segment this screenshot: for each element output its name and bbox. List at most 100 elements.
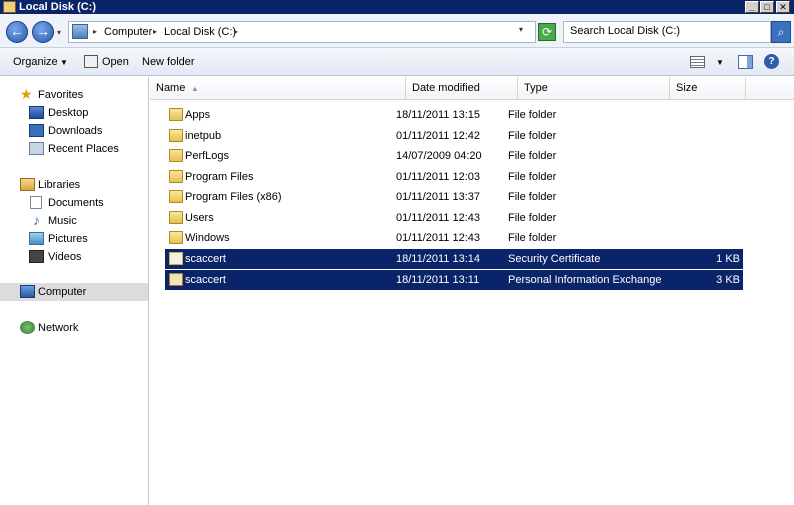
file-type: Security Certificate <box>508 253 601 265</box>
breadcrumb-local-disk[interactable]: Local Disk (C:) <box>164 25 236 39</box>
libraries-icon <box>20 178 35 191</box>
close-button[interactable]: ✕ <box>776 1 790 13</box>
file-type: File folder <box>508 109 557 121</box>
star-icon: ★ <box>20 86 33 102</box>
nav-item-documents[interactable]: Documents <box>0 194 148 212</box>
file-type: File folder <box>508 129 557 142</box>
file-name: PerfLogs <box>185 150 230 162</box>
nav-item-desktop[interactable]: Desktop <box>0 104 148 122</box>
computer-icon <box>72 24 88 39</box>
folder-icon <box>3 1 16 13</box>
nav-item-videos[interactable]: Videos <box>0 248 148 266</box>
file-row[interactable]: Users 01/11/2011 12:43 File folder <box>165 208 743 228</box>
nav-label: Music <box>48 215 77 227</box>
nav-item-computer[interactable]: Computer <box>0 283 148 301</box>
maximize-button[interactable]: □ <box>760 1 774 13</box>
column-type[interactable]: Type <box>518 77 670 100</box>
file-name: inetpub <box>185 129 222 142</box>
file-date: 01/11/2011 13:37 <box>396 191 481 203</box>
file-name: scaccert <box>185 253 226 265</box>
file-date: 01/11/2011 12:43 <box>396 211 481 224</box>
file-type: File folder <box>508 150 557 162</box>
nav-item-downloads[interactable]: Downloads <box>0 122 148 140</box>
help-icon[interactable]: ? <box>764 54 779 69</box>
minimize-button[interactable]: _ <box>745 1 759 13</box>
folder-icon <box>169 190 183 203</box>
file-name: Program Files (x86) <box>185 191 282 203</box>
folder-icon <box>169 128 183 142</box>
chevron-right-icon[interactable]: ▸ <box>153 25 157 39</box>
file-row[interactable]: scaccert 18/11/2011 13:11 Personal Infor… <box>165 269 743 290</box>
column-date-modified[interactable]: Date modified <box>406 77 518 100</box>
column-name-label: Name <box>156 82 186 94</box>
nav-item-favorites[interactable]: ★ Favorites <box>0 86 148 104</box>
search-icon[interactable]: ⌕ <box>771 21 791 43</box>
file-type: Personal Information Exchange <box>508 273 662 286</box>
chevron-down-icon[interactable]: ▼ <box>60 58 68 67</box>
file-type: File folder <box>508 232 557 244</box>
nav-label: Videos <box>48 251 82 263</box>
breadcrumb-computer[interactable]: Computer <box>104 25 152 39</box>
chevron-down-icon[interactable]: ▼ <box>716 58 724 67</box>
views-icon[interactable] <box>690 56 705 68</box>
desktop-icon <box>29 106 44 119</box>
file-list-pane: Name ▲ Date modified Type Size Apps 18/11… <box>150 77 794 505</box>
folder-icon <box>169 108 183 121</box>
file-date: 01/11/2011 12:43 <box>396 232 481 244</box>
nav-label: Pictures <box>48 233 88 245</box>
nav-item-recent-places[interactable]: Recent Places <box>0 140 148 158</box>
nav-label: Computer <box>38 286 87 298</box>
file-row[interactable]: Program Files 01/11/2011 12:03 File fold… <box>165 167 743 187</box>
chevron-right-icon[interactable]: ▸ <box>234 25 238 39</box>
folder-icon <box>169 149 183 162</box>
file-row[interactable]: Program Files (x86) 01/11/2011 13:37 Fil… <box>165 187 743 207</box>
computer-icon <box>20 285 35 298</box>
nav-label: Recent Places <box>48 143 119 155</box>
forward-button[interactable]: → <box>32 21 54 43</box>
file-date: 18/11/2011 13:14 <box>396 253 481 265</box>
file-row[interactable]: inetpub 01/11/2011 12:42 File folder <box>165 126 743 146</box>
navigation-pane: ★ Favorites Desktop Downloads Recent Pla… <box>0 77 149 505</box>
nav-item-libraries[interactable]: Libraries <box>0 176 148 194</box>
folder-icon <box>169 169 183 183</box>
downloads-icon <box>29 124 44 137</box>
network-icon <box>20 321 35 334</box>
nav-label: Favorites <box>38 89 84 101</box>
back-button[interactable]: ← <box>6 21 28 43</box>
preview-pane-icon[interactable] <box>738 55 753 69</box>
recent-places-icon <box>29 142 44 155</box>
file-size: 3 KB <box>716 273 740 286</box>
file-date: 18/11/2011 13:15 <box>396 109 481 121</box>
chevron-right-icon[interactable]: ▸ <box>93 25 97 39</box>
search-input[interactable]: Search Local Disk (C:) <box>563 21 771 43</box>
title-bar[interactable]: Local Disk (C:) _ □ ✕ <box>0 0 794 14</box>
pfx-file-icon <box>169 272 183 286</box>
column-size[interactable]: Size <box>670 77 746 100</box>
new-folder-button[interactable]: New folder <box>142 55 195 69</box>
file-row[interactable]: PerfLogs 14/07/2009 04:20 File folder <box>165 146 743 166</box>
file-name: Windows <box>185 232 230 244</box>
nav-label: Documents <box>48 197 104 209</box>
file-row[interactable]: Windows 01/11/2011 12:43 File folder <box>165 228 743 248</box>
file-name: Apps <box>185 109 211 121</box>
refresh-button[interactable]: ⟳ <box>538 23 556 41</box>
nav-label: Desktop <box>48 107 89 119</box>
file-row[interactable]: Apps 18/11/2011 13:15 File folder <box>165 105 743 125</box>
file-row[interactable]: scaccert 18/11/2011 13:14 Security Certi… <box>165 249 743 269</box>
file-date: 18/11/2011 13:11 <box>396 273 480 286</box>
column-name[interactable]: Name ▲ <box>150 77 406 100</box>
folder-icon <box>169 210 183 224</box>
organize-button[interactable]: Organize <box>13 55 58 69</box>
sort-ascending-icon: ▲ <box>191 86 199 93</box>
nav-item-music[interactable]: ♪ Music <box>0 212 148 230</box>
recent-pages-dropdown[interactable]: ▾ <box>57 28 61 37</box>
open-button[interactable]: Open <box>102 55 129 69</box>
nav-item-pictures[interactable]: Pictures <box>0 230 148 248</box>
nav-item-network[interactable]: Network <box>0 319 148 337</box>
address-box[interactable]: ▸ Computer ▸ Local Disk (C:) ▸ ▾ <box>68 21 536 43</box>
address-dropdown-icon[interactable]: ▾ <box>519 25 523 34</box>
file-name: scaccert <box>185 273 226 286</box>
nav-label: Network <box>38 322 79 334</box>
nav-label: Downloads <box>48 125 103 137</box>
music-icon: ♪ <box>33 212 40 228</box>
